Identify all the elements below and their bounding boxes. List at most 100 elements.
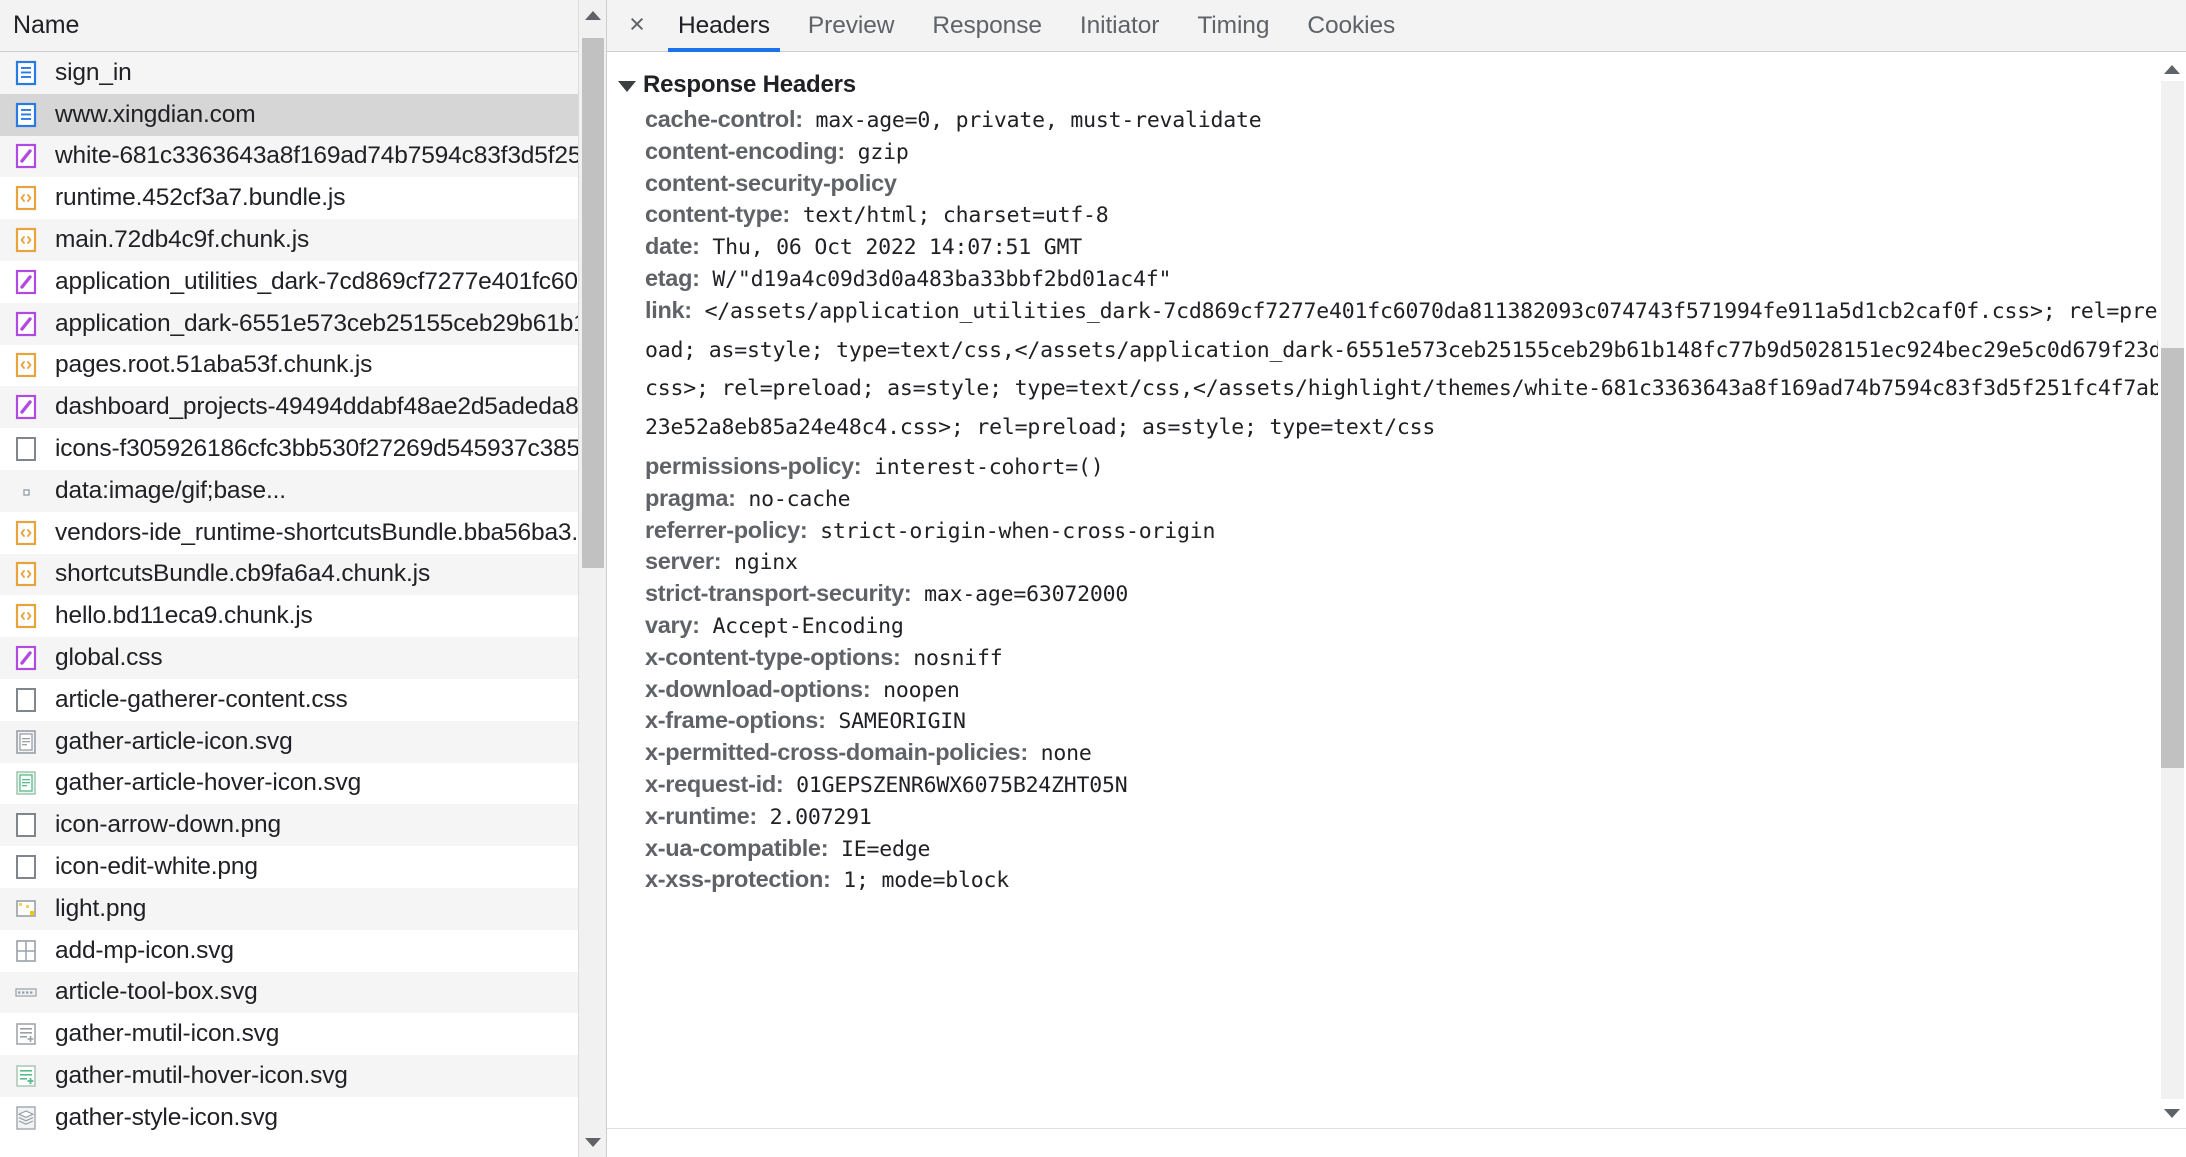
header-row[interactable]: x-xss-protection: 1; mode=block [607, 864, 2186, 896]
header-name: content-security-policy [645, 170, 897, 196]
column-header-name[interactable]: Name [0, 0, 606, 52]
document-blue-icon [13, 100, 39, 130]
left-panel-vertical-scrollbar[interactable] [578, 0, 606, 1157]
header-row[interactable]: x-content-type-options: nosniff [607, 642, 2186, 674]
header-name: etag: [645, 265, 700, 291]
request-list-item[interactable]: icons-f305926186cfc3bb530f27269d545937c3… [0, 428, 607, 470]
devtools-network-panel: Name sign_in www.xingdian.com white-681c… [0, 0, 2186, 1157]
caret-down-icon[interactable] [618, 81, 636, 92]
request-list-item[interactable]: runtime.452cf3a7.bundle.js [0, 177, 607, 219]
header-value: no-cache [748, 487, 850, 512]
request-list-item[interactable]: global.css [0, 637, 607, 679]
request-name-label: article-tool-box.svg [55, 978, 258, 1006]
request-name-label: icons-f305926186cfc3bb530f27269d545937c3… [55, 435, 593, 463]
header-value-space [736, 487, 749, 512]
request-list-item[interactable]: hello.bd11eca9.chunk.js [0, 595, 607, 637]
right-panel-horizontal-scrollbar[interactable] [607, 1128, 2186, 1157]
request-list-item[interactable]: add-mp-icon.svg [0, 930, 607, 972]
tab-preview[interactable]: Preview [789, 0, 913, 51]
header-value-space [826, 709, 839, 734]
header-value: 1; mode=block [843, 868, 1009, 893]
header-row[interactable]: vary: Accept-Encoding [607, 610, 2186, 642]
header-row[interactable]: content-type: text/html; charset=utf-8 [607, 199, 2186, 231]
header-row[interactable]: x-download-options: noopen [607, 674, 2186, 706]
stylesheet-purple-icon [13, 643, 39, 673]
header-row[interactable]: link: </assets/application_utilities_dar… [607, 295, 2186, 451]
header-row[interactable]: etag: W/"d19a4c09d3d0a483ba33bbf2bd01ac4… [607, 263, 2186, 295]
script-yellow-icon [13, 225, 39, 255]
request-list-item[interactable]: light.png [0, 888, 607, 930]
request-list-item[interactable]: gather-article-icon.svg [0, 721, 607, 763]
request-list-item[interactable]: icon-edit-white.png [0, 846, 607, 888]
response-headers-list: cache-control: max-age=0, private, must-… [607, 104, 2186, 896]
header-row[interactable]: server: nginx [607, 546, 2186, 578]
request-list-item[interactable]: application_utilities_dark-7cd869cf7277e… [0, 261, 607, 303]
tab-timing[interactable]: Timing [1178, 0, 1288, 51]
scroll-up-arrow-icon[interactable] [579, 1, 607, 29]
request-list-item[interactable]: www.xingdian.com [0, 94, 607, 136]
svg-list-green-icon [13, 1061, 39, 1091]
header-value: strict-origin-when-cross-origin [820, 519, 1215, 544]
header-row[interactable]: date: Thu, 06 Oct 2022 14:07:51 GMT [607, 231, 2186, 263]
request-list-item[interactable]: dashboard_projects-49494ddabf48ae2d5aded… [0, 386, 607, 428]
header-row[interactable]: x-permitted-cross-domain-policies: none [607, 737, 2186, 769]
scroll-down-arrow-icon[interactable] [2158, 1099, 2186, 1127]
request-list-item[interactable]: white-681c3363643a8f169ad74b7594c83f3d5f… [0, 136, 607, 178]
header-name: x-permitted-cross-domain-policies: [645, 739, 1028, 765]
request-list-item[interactable]: gather-mutil-hover-icon.svg [0, 1055, 607, 1097]
header-row[interactable]: referrer-policy: strict-origin-when-cros… [607, 515, 2186, 547]
tab-headers[interactable]: Headers [659, 0, 789, 51]
request-list-item[interactable]: article-tool-box.svg [0, 972, 607, 1014]
header-name: cache-control: [645, 106, 803, 132]
request-list-item[interactable]: icon-arrow-down.png [0, 804, 607, 846]
request-list-item[interactable]: article-gatherer-content.css [0, 679, 607, 721]
header-row[interactable]: x-runtime: 2.007291 [607, 801, 2186, 833]
request-list-item[interactable]: application_dark-6551e573ceb25155ceb29b6… [0, 303, 607, 345]
script-yellow-icon [13, 601, 39, 631]
request-name-label: sign_in [55, 59, 132, 87]
request-file-list[interactable]: sign_in www.xingdian.com white-681c33636… [0, 52, 607, 1157]
request-list-item[interactable]: vendors-ide_runtime-shortcutsBundle.bba5… [0, 512, 607, 554]
close-icon[interactable]: × [615, 0, 659, 51]
header-value-space [807, 519, 820, 544]
scroll-up-arrow-icon[interactable] [2158, 55, 2186, 83]
header-row[interactable]: content-encoding: gzip [607, 136, 2186, 168]
request-list-item[interactable]: gather-mutil-icon.svg [0, 1013, 607, 1055]
request-list-item[interactable]: gather-article-hover-icon.svg [0, 763, 607, 805]
tab-response[interactable]: Response [913, 0, 1061, 51]
request-list-item[interactable]: data:image/gif;base... [0, 470, 607, 512]
request-name-label: data:image/gif;base... [55, 477, 286, 505]
header-name: x-runtime: [645, 803, 757, 829]
request-name-label: add-mp-icon.svg [55, 937, 234, 965]
header-value: gzip [858, 140, 909, 165]
header-row[interactable]: cache-control: max-age=0, private, must-… [607, 104, 2186, 136]
request-list-item[interactable]: shortcutsBundle.cb9fa6a4.chunk.js [0, 554, 607, 596]
headers-scroll-area[interactable]: Response Headers cache-control: max-age=… [607, 52, 2186, 1157]
request-list-item[interactable]: pages.root.51aba53f.chunk.js [0, 345, 607, 387]
request-list-item[interactable]: gather-style-icon.svg [0, 1097, 607, 1139]
header-row[interactable]: strict-transport-security: max-age=63072… [607, 578, 2186, 610]
request-name-label: article-gatherer-content.css [55, 686, 348, 714]
response-headers-section-toggle[interactable]: Response Headers [607, 66, 2186, 104]
request-list-item[interactable]: sign_in [0, 52, 607, 94]
header-row[interactable]: x-frame-options: SAMEORIGIN [607, 705, 2186, 737]
header-name: permissions-policy: [645, 453, 861, 479]
request-list-item[interactable]: main.72db4c9f.chunk.js [0, 219, 607, 261]
request-name-label: gather-mutil-icon.svg [55, 1020, 279, 1048]
header-row[interactable]: content-security-policy [607, 168, 2186, 200]
header-row[interactable]: x-ua-compatible: IE=edge [607, 833, 2186, 865]
right-panel-vertical-scrollbar[interactable] [2158, 53, 2186, 1157]
request-name-label: white-681c3363643a8f169ad74b7594c83f3d5f… [55, 142, 595, 170]
stylesheet-purple-icon [13, 392, 39, 422]
header-value: IE=edge [841, 837, 930, 862]
scrollbar-thumb[interactable] [582, 38, 604, 568]
tab-cookies[interactable]: Cookies [1288, 0, 1414, 51]
header-value-space [700, 267, 713, 292]
scrollbar-thumb[interactable] [2161, 348, 2184, 768]
image-thumb-icon [13, 894, 39, 924]
tab-initiator[interactable]: Initiator [1061, 0, 1178, 51]
header-row[interactable]: permissions-policy: interest-cohort=() [607, 451, 2186, 483]
header-row[interactable]: x-request-id: 01GEPSZENR6WX6075B24ZHT05N [607, 769, 2186, 801]
scroll-down-arrow-icon[interactable] [579, 1128, 607, 1156]
header-row[interactable]: pragma: no-cache [607, 483, 2186, 515]
